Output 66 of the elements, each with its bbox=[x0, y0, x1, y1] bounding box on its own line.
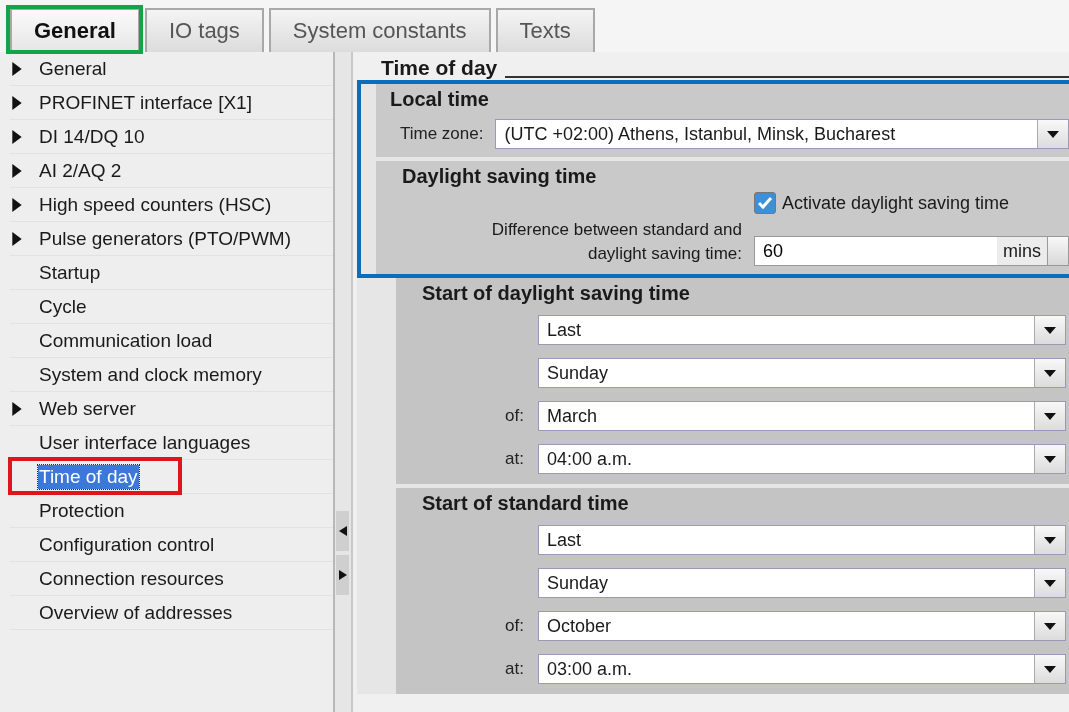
sidebar-item[interactable]: Pulse generators (PTO/PWM) bbox=[38, 226, 292, 251]
dropdown-arrow-icon bbox=[1044, 536, 1056, 544]
expand-arrow-icon[interactable] bbox=[12, 95, 22, 110]
checkbox[interactable]: Activate daylight saving time bbox=[754, 192, 1069, 214]
expand-arrow-icon[interactable] bbox=[12, 231, 22, 246]
group-title: Daylight saving time bbox=[402, 165, 598, 188]
sidebar-item[interactable]: General bbox=[38, 56, 108, 81]
dropdown[interactable]: March bbox=[538, 401, 1066, 431]
collapse-button[interactable] bbox=[336, 511, 350, 551]
field-label: of: bbox=[504, 616, 524, 636]
dropdown-arrow-icon bbox=[1044, 622, 1056, 630]
dropdown-arrow-icon bbox=[1044, 369, 1056, 377]
expand-arrow-icon[interactable] bbox=[12, 197, 22, 212]
expand-button[interactable] bbox=[336, 555, 350, 595]
sidebar-item[interactable]: Communication load bbox=[38, 328, 214, 353]
expand-arrow-icon[interactable] bbox=[12, 163, 22, 178]
sidebar-item[interactable]: Overview of addresses bbox=[38, 600, 234, 625]
sidebar-item[interactable]: Web server bbox=[38, 396, 137, 421]
dropdown[interactable]: (UTC +02:00) Athens, Istanbul, Minsk, Bucharest bbox=[495, 119, 1069, 149]
dropdown[interactable]: Last bbox=[538, 315, 1066, 345]
expand-arrow-icon[interactable] bbox=[12, 401, 22, 416]
sidebar-item[interactable]: Cycle bbox=[38, 294, 88, 319]
dropdown[interactable]: Last bbox=[538, 525, 1066, 555]
expand-arrow-icon[interactable] bbox=[12, 61, 22, 76]
field-label: at: bbox=[504, 449, 524, 469]
number-field[interactable]: 60 bbox=[754, 236, 997, 266]
tab[interactable]: Texts bbox=[495, 8, 595, 52]
field-label: Difference between standard and daylight saving time: bbox=[490, 219, 742, 265]
sidebar-item[interactable]: DI 14/DQ 10 bbox=[38, 124, 146, 149]
sidebar-item[interactable]: Time of day bbox=[38, 464, 139, 489]
dropdown[interactable]: 03:00 a.m. bbox=[538, 654, 1066, 684]
dropdown[interactable]: Sunday bbox=[538, 358, 1066, 388]
dropdown-arrow-icon bbox=[1044, 665, 1056, 673]
right-arrow-icon bbox=[338, 570, 347, 580]
sidebar-item[interactable]: PROFINET interface [X1] bbox=[38, 90, 253, 115]
sidebar-item[interactable]: Connection resources bbox=[38, 566, 225, 591]
sidebar-item[interactable]: User interface languages bbox=[38, 430, 252, 455]
field-label: at: bbox=[504, 659, 524, 679]
group-title: Local time bbox=[390, 88, 490, 111]
tab[interactable]: System constants bbox=[268, 8, 491, 52]
spin-button[interactable] bbox=[1047, 236, 1069, 266]
group-title: Start of standard time bbox=[422, 492, 630, 515]
dropdown-arrow-icon bbox=[1044, 326, 1056, 334]
expand-arrow-icon[interactable] bbox=[12, 129, 22, 144]
group-title: Start of daylight saving time bbox=[422, 282, 691, 305]
tab[interactable]: General bbox=[10, 8, 140, 52]
dropdown-arrow-icon bbox=[1047, 130, 1059, 138]
checkmark-icon bbox=[757, 196, 773, 210]
tab[interactable]: IO tags bbox=[144, 8, 264, 52]
sidebar-item[interactable]: System and clock memory bbox=[38, 362, 263, 387]
dropdown-arrow-icon bbox=[1044, 579, 1056, 587]
sidebar-item[interactable]: Startup bbox=[38, 260, 102, 285]
section-title: Time of day bbox=[381, 56, 498, 80]
dropdown[interactable]: October bbox=[538, 611, 1066, 641]
sidebar-item[interactable]: High speed counters (HSC) bbox=[38, 192, 273, 217]
dropdown[interactable]: 04:00 a.m. bbox=[538, 444, 1066, 474]
field-label: of: bbox=[504, 406, 524, 426]
dropdown-arrow-icon bbox=[1044, 455, 1056, 463]
field-label: Time zone: bbox=[400, 124, 484, 144]
dropdown[interactable]: Sunday bbox=[538, 568, 1066, 598]
sidebar-item[interactable]: AI 2/AQ 2 bbox=[38, 158, 123, 183]
sidebar-item[interactable]: Configuration control bbox=[38, 532, 216, 557]
unit-label: mins bbox=[997, 236, 1047, 266]
dropdown-arrow-icon bbox=[1044, 412, 1056, 420]
sidebar-item[interactable]: Protection bbox=[38, 498, 126, 523]
left-arrow-icon bbox=[338, 526, 347, 536]
